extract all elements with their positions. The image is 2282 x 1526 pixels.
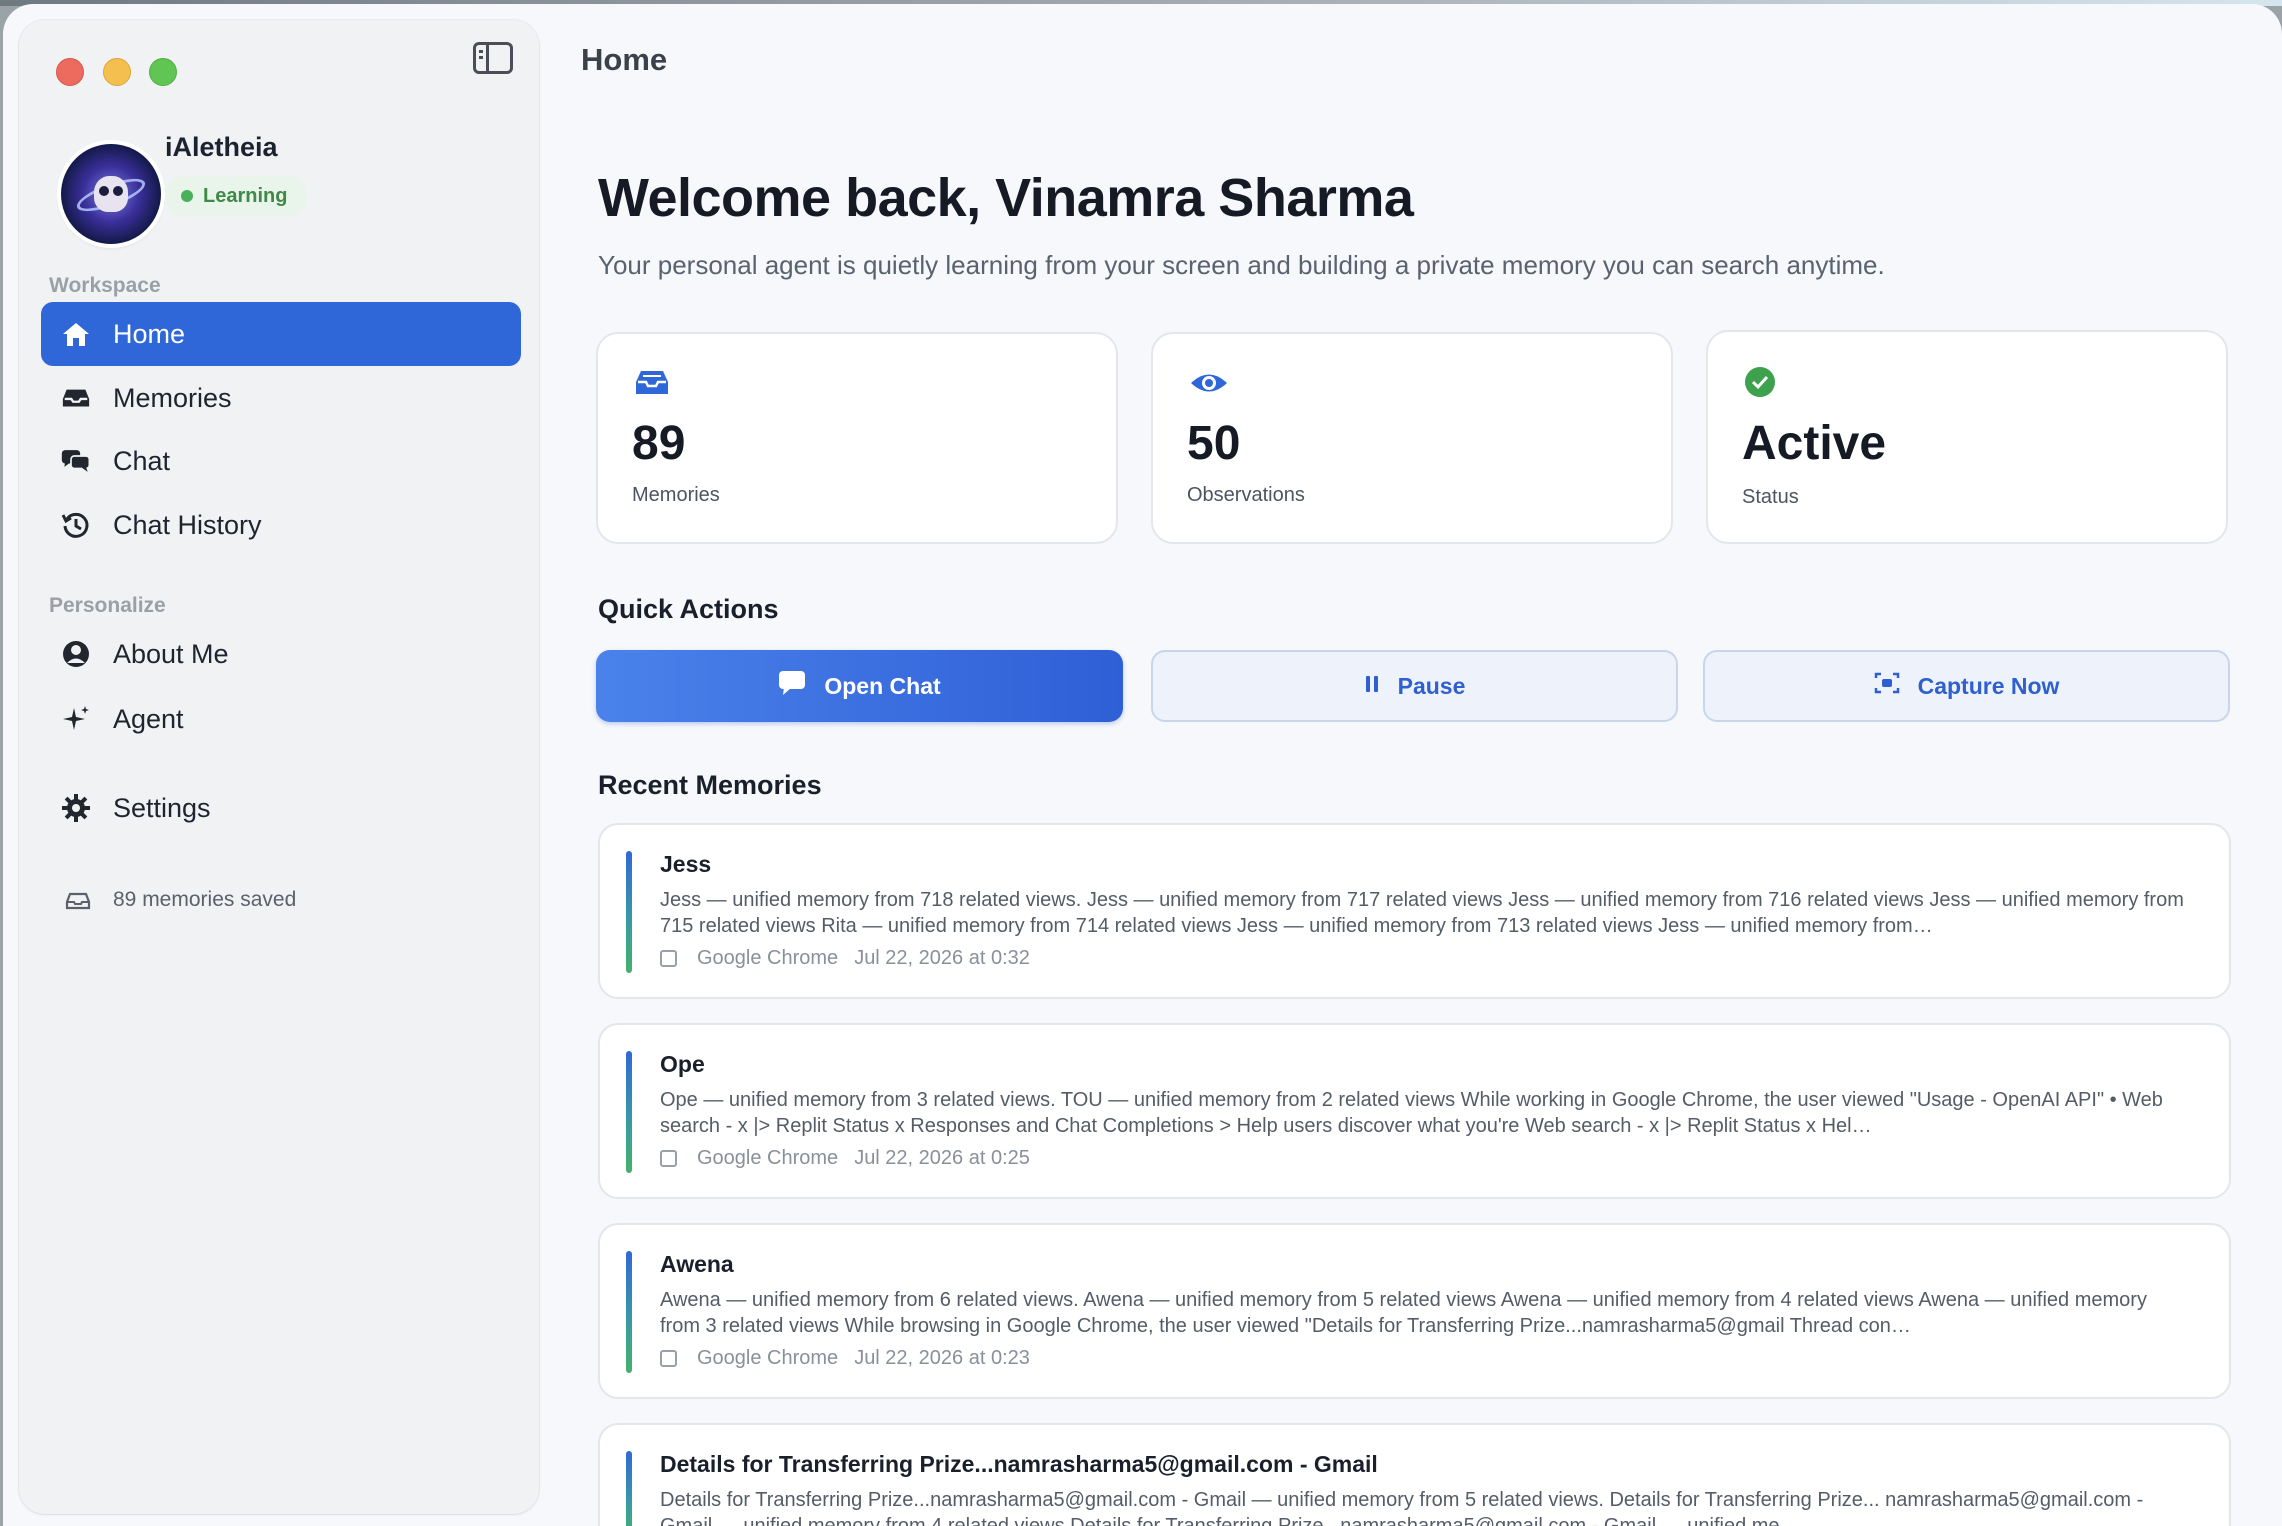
sidebar-item-label: Memories	[113, 382, 232, 413]
sidebar-item-label: Chat History	[113, 509, 262, 540]
memory-card[interactable]: Details for Transferring Prize...namrash…	[598, 1423, 2231, 1526]
status-badge-label: Learning	[203, 185, 288, 207]
close-window-button[interactable]	[56, 58, 84, 86]
status-dot-icon	[181, 190, 193, 202]
memory-app: Google Chrome	[697, 1347, 839, 1369]
sidebar-item-label: Settings	[113, 792, 211, 823]
sidebar-item-home[interactable]: Home	[41, 302, 521, 366]
stat-card-status: Active Status	[1706, 330, 2228, 544]
open-chat-label: Open Chat	[824, 672, 941, 699]
sidebar-item-chat[interactable]: Chat	[41, 429, 521, 493]
sidebar-item-settings[interactable]: Settings	[41, 776, 521, 840]
stat-card-observations: 50 Observations	[1151, 332, 1673, 544]
memories-saved-footer: 89 memories saved	[49, 885, 296, 915]
tray-icon	[61, 384, 91, 412]
app-name: iAletheia	[165, 132, 278, 162]
sidebar-toggle-icon[interactable]	[473, 42, 513, 74]
app-window-icon	[660, 1350, 677, 1367]
open-chat-button[interactable]: Open Chat	[596, 650, 1123, 722]
memory-timestamp: Jul 22, 2026 at 0:23	[854, 1347, 1030, 1369]
capture-now-button[interactable]: Capture Now	[1703, 650, 2230, 722]
pause-label: Pause	[1397, 672, 1466, 699]
memory-card[interactable]: Awena Awena — unified memory from 6 rela…	[598, 1223, 2231, 1399]
memory-title: Details for Transferring Prize...namrash…	[660, 1451, 1378, 1477]
memories-saved-label: 89 memories saved	[113, 888, 297, 911]
check-circle-icon	[1744, 366, 1780, 398]
home-icon	[61, 320, 91, 348]
sidebar-item-label: Agent	[113, 703, 184, 734]
memory-summary: Details for Transferring Prize...namrash…	[660, 1489, 2144, 1526]
capture-now-label: Capture Now	[1917, 672, 2060, 699]
stat-label: Memories	[632, 484, 720, 506]
minimize-window-button[interactable]	[103, 58, 131, 86]
stat-value: 50	[1187, 417, 1241, 470]
sidebar-item-about-me[interactable]: About Me	[41, 622, 521, 686]
app-window: iAletheia Learning Workspace Home Memori…	[3, 4, 2282, 1526]
memory-accent-bar	[626, 851, 632, 973]
page-title: Home	[581, 42, 668, 77]
avatar	[61, 144, 161, 244]
app-window-icon	[660, 1150, 677, 1167]
stat-label: Observations	[1187, 484, 1305, 506]
tray-icon	[63, 887, 93, 915]
memory-meta: Google Chrome Jul 22, 2026 at 0:25	[660, 1147, 1030, 1170]
sidebar-item-memories[interactable]: Memories	[41, 366, 521, 430]
stat-card-memories: 89 Memories	[596, 332, 1118, 544]
chat-bubbles-icon	[61, 447, 91, 475]
quick-actions-heading: Quick Actions	[598, 594, 779, 624]
welcome-heading: Welcome back, Vinamra Sharma	[598, 168, 1414, 228]
stat-value: Active	[1742, 417, 1887, 470]
memory-app: Google Chrome	[697, 947, 839, 969]
sidebar-item-label: Chat	[113, 445, 171, 476]
memory-card[interactable]: Ope Ope — unified memory from 3 related …	[598, 1023, 2231, 1199]
memory-accent-bar	[626, 1251, 632, 1373]
zoom-window-button[interactable]	[149, 58, 177, 86]
memory-meta: Google Chrome Jul 22, 2026 at 0:32	[660, 947, 1030, 970]
memory-accent-bar	[626, 1051, 632, 1173]
tray-icon	[634, 368, 670, 400]
memory-app: Google Chrome	[697, 1147, 839, 1169]
person-circle-icon	[61, 640, 91, 668]
memory-title: Ope	[660, 1051, 705, 1077]
memory-title: Jess	[660, 851, 712, 877]
sidebar-item-label: About Me	[113, 638, 229, 669]
gear-icon	[61, 794, 91, 822]
section-label-personalize: Personalize	[49, 594, 166, 617]
recent-memories-heading: Recent Memories	[598, 770, 822, 800]
history-icon	[61, 511, 91, 539]
memory-summary: Ope — unified memory from 3 related view…	[660, 1089, 2163, 1137]
app-window-icon	[660, 950, 677, 967]
memory-card[interactable]: Jess Jess — unified memory from 718 rela…	[598, 823, 2231, 999]
memory-timestamp: Jul 22, 2026 at 0:25	[854, 1147, 1030, 1169]
status-badge: Learning	[165, 176, 308, 216]
memory-timestamp: Jul 22, 2026 at 0:32	[854, 947, 1030, 969]
eye-icon	[1189, 368, 1227, 400]
pause-icon	[1364, 673, 1380, 700]
section-label-workspace: Workspace	[49, 274, 161, 297]
memory-accent-bar	[626, 1451, 632, 1526]
sidebar: iAletheia Learning Workspace Home Memori…	[19, 20, 539, 1514]
sidebar-item-agent[interactable]: Agent	[41, 687, 521, 751]
chat-icon	[778, 670, 806, 702]
sidebar-item-chat-history[interactable]: Chat History	[41, 493, 521, 557]
memory-summary: Awena — unified memory from 6 related vi…	[660, 1289, 2147, 1337]
memory-summary: Jess — unified memory from 718 related v…	[660, 889, 2184, 937]
memory-meta: Google Chrome Jul 22, 2026 at 0:23	[660, 1347, 1030, 1370]
welcome-subtitle: Your personal agent is quietly learning …	[598, 250, 1885, 280]
stat-label: Status	[1742, 486, 1799, 508]
stat-value: 89	[632, 417, 686, 470]
memory-title: Awena	[660, 1251, 734, 1277]
sparkle-icon	[61, 705, 91, 733]
capture-icon	[1874, 671, 1900, 701]
sidebar-item-label: Home	[113, 318, 186, 349]
pause-button[interactable]: Pause	[1151, 650, 1678, 722]
